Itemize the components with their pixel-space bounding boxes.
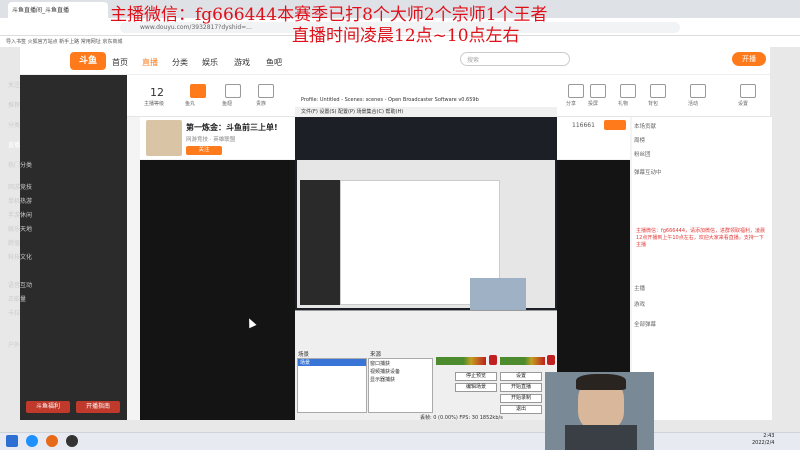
obs-title: Profile: Untitled - Scenes: scenes - Ope…	[295, 95, 557, 107]
obs-button[interactable]: 停止预览	[455, 372, 497, 381]
toolbar-label: 投屏	[588, 101, 599, 107]
left-nav-item[interactable]: 推荐	[8, 100, 20, 109]
left-nav-item[interactable]: 网游竞技	[8, 182, 32, 191]
toolbar-label: 鱼丸	[185, 101, 196, 107]
right-panel-line: 弹幕互动中	[634, 170, 662, 176]
site-header	[20, 47, 770, 75]
open-live-button[interactable]: 开播	[732, 52, 766, 66]
obs-icon[interactable]	[66, 435, 78, 447]
left-nav-item[interactable]: 关注	[8, 80, 20, 89]
left-nav-item[interactable]: 正能量	[8, 294, 26, 303]
obs-button[interactable]: 开始录制	[500, 394, 542, 403]
scene-item[interactable]: 场景	[298, 359, 366, 366]
source-item[interactable]: 视频捕获设备	[370, 368, 400, 375]
toolbar-icon[interactable]	[650, 84, 666, 98]
obs-button[interactable]: 开始直播	[500, 383, 542, 392]
left-nav-item[interactable]: 卡拉	[8, 308, 20, 317]
left-nav-item[interactable]: 单机热游	[8, 196, 32, 205]
audio-meter	[436, 357, 486, 365]
source-item[interactable]: 窗口捕获	[370, 360, 390, 367]
toolbar-icon[interactable]	[225, 84, 241, 98]
obs-status: 丢帧: 0 (0.00%) FPS: 30 1852kb/s	[420, 415, 503, 421]
left-nav-item[interactable]: 科技文化	[8, 252, 32, 261]
streamer-hair	[576, 374, 626, 390]
level-count: 12	[150, 86, 164, 99]
toolbar-icon[interactable]	[568, 84, 584, 98]
toolbar-label: 设置	[738, 101, 749, 107]
left-nav-item[interactable]: 手游休闲	[8, 210, 32, 219]
overlay-line2: 直播时间凌晨12点~10点左右	[292, 26, 520, 46]
toolbar-label: 贵族	[256, 101, 267, 107]
clock-time: 2:43	[763, 433, 775, 439]
left-nav	[20, 75, 127, 420]
ie-icon[interactable]	[26, 435, 38, 447]
toolbar-icon[interactable]	[740, 84, 756, 98]
clock-date: 2022/2/4	[752, 440, 775, 446]
site-logo[interactable]: 斗鱼	[70, 52, 106, 70]
capture-sidebar	[300, 180, 340, 305]
source-item[interactable]: 显示器捕获	[370, 376, 395, 383]
firefox-icon[interactable]	[46, 435, 58, 447]
toolbar-label: 背包	[648, 101, 659, 107]
toolbar-icon[interactable]	[690, 84, 706, 98]
scenes-label: 场景	[298, 352, 310, 358]
level-label: 主播等级	[144, 101, 165, 107]
follow-count: 116661	[572, 122, 595, 129]
toolbar-label: 分享	[566, 101, 577, 107]
site-search-input[interactable]: 搜索	[460, 52, 570, 66]
obs-button[interactable]: 设置	[500, 372, 542, 381]
toolbar-label: 活动	[688, 101, 699, 107]
mic-icon[interactable]	[489, 355, 497, 365]
left-nav-item[interactable]: 娱乐天地	[8, 224, 32, 233]
obs-menu[interactable]: 文件(F) 设置(S) 配置(P) 场景集合(C) 帮助(H)	[295, 107, 557, 117]
left-nav-item[interactable]: 直播	[8, 140, 20, 149]
left-nav-item[interactable]: 语音互动	[8, 280, 32, 289]
capture-webcam	[470, 278, 526, 310]
nav-games[interactable]: 游戏	[234, 57, 250, 68]
follow-badge[interactable]: 关注	[186, 146, 222, 155]
obs-button[interactable]: 编辑场景	[455, 383, 497, 392]
guide-button[interactable]: 开播指南	[76, 401, 120, 413]
nav-yuba[interactable]: 鱼吧	[266, 57, 282, 68]
toolbar-icon[interactable]	[258, 84, 274, 98]
right-panel-line[interactable]: 粉丝团	[634, 150, 651, 158]
nav-category[interactable]: 分类	[172, 57, 188, 68]
browser-tab[interactable]: 斗鱼直播间_斗鱼直播	[8, 2, 108, 18]
toolbar-icon[interactable]	[620, 84, 636, 98]
toolbar-icon[interactable]	[590, 84, 606, 98]
start-icon[interactable]	[6, 435, 18, 447]
right-panel-line[interactable]: 周榜	[634, 136, 645, 144]
room-meta: 网游竞技 · 英雄联盟	[186, 137, 236, 143]
left-nav-item[interactable]: 热门分类	[8, 160, 32, 169]
speaker-icon[interactable]	[547, 355, 555, 365]
scenes-list[interactable]	[297, 358, 367, 413]
left-nav-item[interactable]: 颜值	[8, 238, 20, 247]
audio-meter	[500, 357, 545, 365]
streamer-notice: 主播微信：fg666444，请添加微信，进群领取福利，凌晨12点开播到上午10点…	[632, 226, 770, 278]
right-panel-line: 主播	[634, 286, 646, 292]
right-panel-line[interactable]: 全部弹幕	[634, 320, 656, 328]
follow-button[interactable]	[604, 120, 626, 130]
toolbar-label: 礼物	[618, 101, 629, 107]
nav-entertainment[interactable]: 娱乐	[202, 57, 218, 68]
taskbar	[0, 432, 800, 450]
streamer-avatar[interactable]	[146, 120, 182, 156]
welfare-button[interactable]: 斗鱼福利	[26, 401, 70, 413]
sources-label: 来源	[370, 352, 382, 358]
nav-home[interactable]: 首页	[112, 57, 128, 68]
obs-button[interactable]: 退出	[500, 405, 542, 414]
left-nav-item[interactable]: 分类	[8, 120, 20, 129]
room-title: 第一炼金：斗鱼前三上单!	[186, 123, 278, 132]
right-panel-line: 游戏	[634, 302, 646, 308]
streamer-shirt	[565, 425, 637, 450]
toolbar-icon[interactable]	[190, 84, 206, 98]
toolbar-label: 鱼翅	[222, 101, 233, 107]
right-panel-line[interactable]: 本场贡献	[634, 122, 656, 130]
left-nav-item[interactable]: 户外	[8, 340, 20, 349]
taskbar-clock: 2:43 2022/2/4	[752, 433, 774, 447]
nav-live[interactable]: 直播	[142, 57, 158, 68]
